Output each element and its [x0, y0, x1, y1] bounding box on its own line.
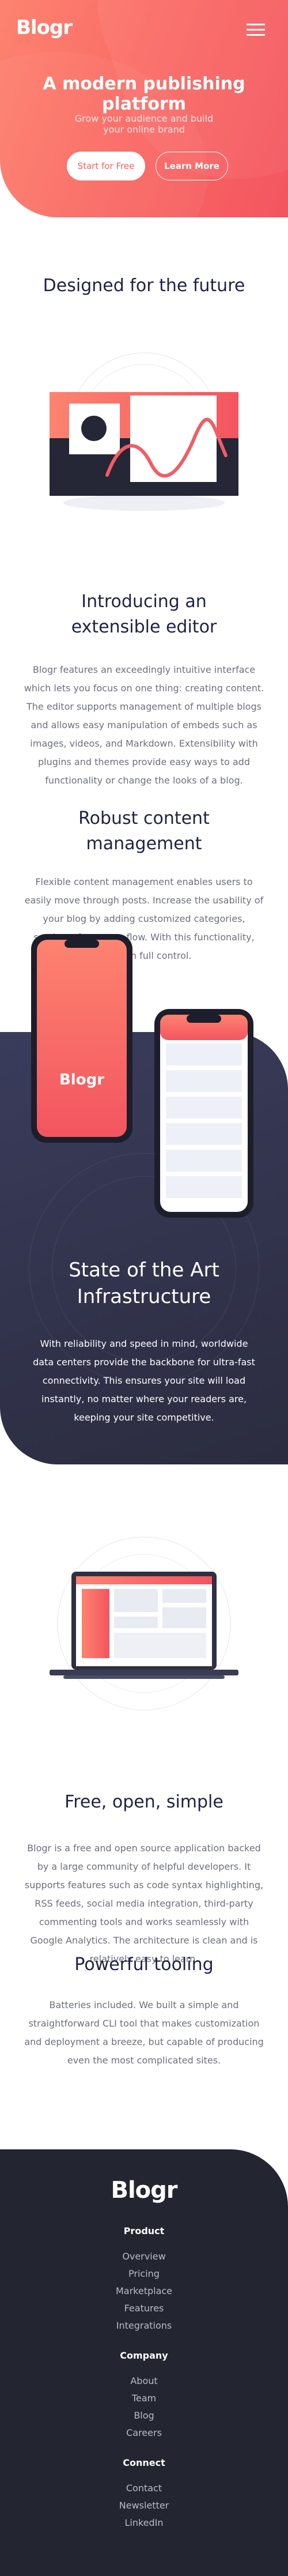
editor-illustration — [50, 352, 238, 511]
section-title-editor: Introducing an extensible editor — [71, 592, 217, 637]
footer-link-newsletter[interactable]: Newsletter — [0, 2500, 288, 2511]
footer-link-overview[interactable]: Overview — [0, 2251, 288, 2262]
footer-link-features[interactable]: Features — [0, 2303, 288, 2314]
footer-link-contact[interactable]: Contact — [0, 2483, 288, 2494]
tooling-description: Batteries included. We built a simple an… — [24, 1999, 264, 2066]
footer-link-team[interactable]: Team — [0, 2393, 288, 2404]
start-for-free-button[interactable]: Start for Free — [67, 152, 145, 180]
footer-link-integrations[interactable]: Integrations — [0, 2320, 288, 2331]
hero-subtitle: Grow your audience and build your online… — [74, 113, 214, 135]
footer-link-about[interactable]: About — [0, 2375, 288, 2386]
site-footer — [0, 2149, 288, 2576]
section-title-robust: Robust content management — [78, 808, 210, 854]
footer-link-blog[interactable]: Blog — [0, 2410, 288, 2421]
footer-heading-product: Product — [123, 2225, 165, 2236]
learn-more-button[interactable]: Learn More — [156, 152, 228, 180]
site-logo[interactable]: Blogr — [16, 16, 73, 39]
phone-screen-logo: Blogr — [59, 1071, 105, 1089]
footer-heading-company: Company — [120, 2350, 168, 2361]
section-title-infrastructure: State of the Art Infrastructure — [69, 1259, 219, 1308]
footer-link-careers[interactable]: Careers — [0, 2427, 288, 2438]
section-title-future: Designed for the future — [43, 276, 245, 296]
section-title-free: Free, open, simple — [65, 1792, 223, 1812]
footer-logo[interactable]: Blogr — [0, 2177, 288, 2204]
footer-link-pricing[interactable]: Pricing — [0, 2268, 288, 2279]
free-description: Blogr is a free and open source applicat… — [24, 1843, 264, 1964]
section-title-tooling: Powerful tooling — [74, 1954, 214, 1975]
footer-link-marketplace[interactable]: Marketplace — [0, 2285, 288, 2296]
hero-title: A modern publishing platform — [43, 74, 245, 114]
hamburger-menu-icon[interactable] — [247, 24, 265, 36]
footer-heading-connect: Connect — [123, 2457, 165, 2468]
editor-description: Blogr features an exceedingly intuitive … — [24, 664, 264, 786]
laptop-illustration — [50, 1536, 238, 1711]
footer-link-linkedin[interactable]: LinkedIn — [0, 2517, 288, 2528]
infrastructure-description: With reliability and speed in mind, worl… — [33, 1338, 255, 1423]
